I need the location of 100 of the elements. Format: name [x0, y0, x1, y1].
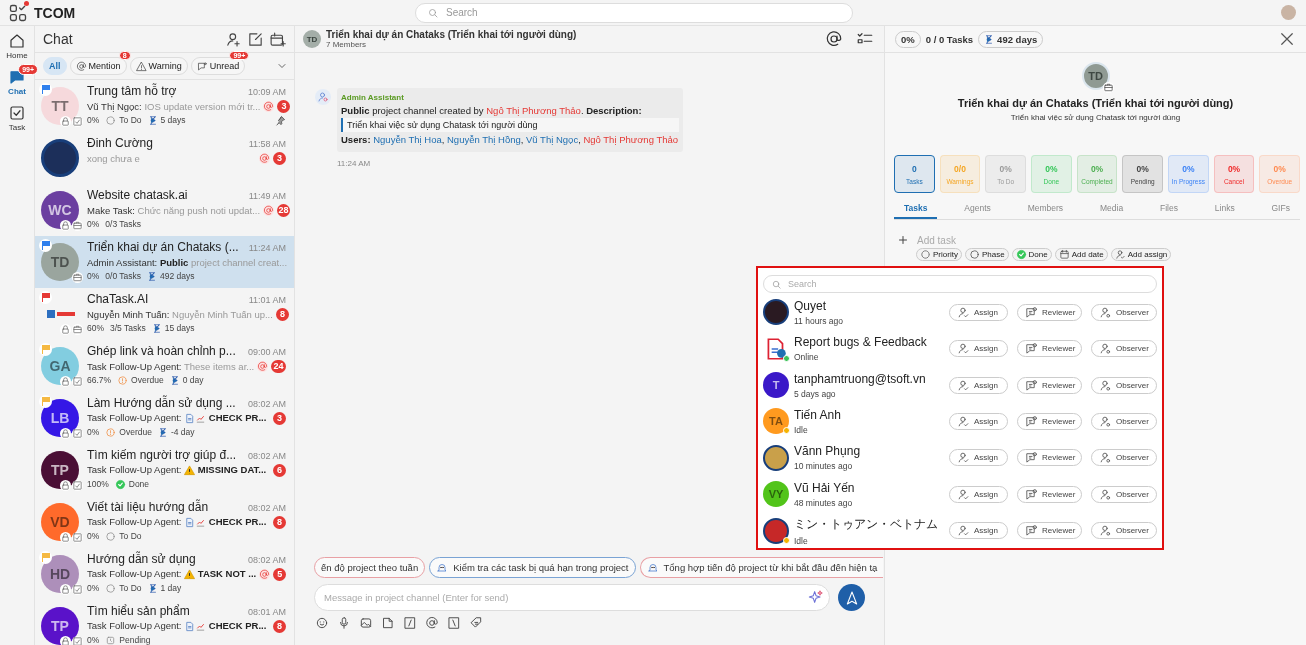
mention-icon[interactable] — [825, 30, 843, 48]
suggestion-chip[interactable]: Kiểm tra các task bị quá hạn trong project — [429, 557, 636, 578]
option-chip[interactable]: Add assign — [1110, 248, 1172, 261]
app-name: TCOM — [34, 4, 76, 21]
role-button[interactable]: Assign — [949, 376, 1008, 394]
role-button[interactable]: Assign — [949, 340, 1008, 358]
nav-home-button[interactable]: Home — [6, 32, 28, 60]
panel-title: Chat — [43, 31, 73, 47]
chat-item[interactable]: LB Làm Hướng dẫn sử dụng ... 08:02 AM Task Follow-Up Agent: CHECK PR... 3 0% Overdue -4 day — [35, 392, 294, 444]
role-button[interactable]: Observer — [1091, 412, 1157, 430]
chat-item[interactable]: GA Ghép link và hoàn chỉnh p... 09:00 AM Task Follow-Up Agent: These items ar... 24 66.7% Overdue 0 day — [35, 340, 294, 392]
option-chip[interactable]: Add date — [1054, 248, 1108, 261]
role-button[interactable]: Observer — [1091, 340, 1157, 358]
reviewer-icon — [1025, 487, 1038, 501]
duration: 0 day — [182, 375, 204, 385]
message-input[interactable]: Message in project channel (Enter for send) — [314, 584, 830, 611]
slash-command-icon[interactable] — [403, 616, 417, 630]
role-button[interactable]: Reviewer — [1017, 340, 1082, 358]
role-button[interactable]: Observer — [1091, 522, 1157, 540]
add-user-icon[interactable] — [225, 30, 242, 48]
home-icon — [8, 32, 26, 50]
role-button[interactable]: Assign — [949, 449, 1008, 467]
tab[interactable]: Agents — [954, 199, 1001, 219]
role-button[interactable]: Observer — [1091, 449, 1157, 467]
add-icon[interactable] — [897, 234, 909, 246]
channel-title: Triển khai dự án Chataks (Triển khai tới người dùng) — [326, 29, 578, 40]
assign-icon — [957, 524, 970, 538]
tab[interactable]: Files — [1150, 199, 1188, 219]
assign-icon — [957, 378, 970, 392]
search-field[interactable]: Search — [763, 275, 1157, 293]
mic-icon[interactable] — [337, 616, 351, 630]
chat-item[interactable]: HD Hướng dẫn sử dụng 08:02 AM Task Follow-Up Agent: TASK NOT ... 5 0% To Do 1 day — [35, 548, 294, 600]
filter-chip[interactable]: Unread — [190, 57, 246, 75]
chat-item[interactable]: WC Website chatask.ai 11:49 AM Make Task: Chức năng push noti updat... 28 0% 0/3 Tasks — [35, 184, 294, 236]
project-title: Triển khai dự án Chataks (Triển khai tới người dùng) — [957, 97, 1234, 109]
tag-icon[interactable] — [469, 616, 483, 630]
filter-chip[interactable]: Mention — [69, 57, 127, 75]
close-icon[interactable] — [1278, 30, 1296, 48]
hourglass-icon — [151, 322, 162, 334]
chat-item[interactable]: TT Trung tâm hỗ trợ 10:09 AM Vũ Thị Ngọc: IOS update version mới tr... 3 0% To Do 5 days — [35, 80, 294, 132]
sparkle-icon[interactable] — [808, 589, 824, 605]
role-button[interactable]: Observer — [1091, 376, 1157, 394]
role-button[interactable]: Reviewer — [1017, 303, 1082, 321]
tab[interactable]: Members — [1017, 199, 1074, 219]
role-button[interactable]: Observer — [1091, 303, 1157, 321]
agent-icon — [315, 89, 331, 105]
role-button[interactable]: Reviewer — [1017, 522, 1082, 540]
add-calendar-icon[interactable] — [269, 30, 286, 48]
chat-item[interactable]: TD Triển khai dự án Chataks (... 11:24 AM Admin Assistant: Public project channel creat... 0% 0/0 Tasks 492 days — [35, 236, 294, 288]
app-grid-icon[interactable] — [8, 2, 28, 23]
chat-item[interactable]: VD Viết tài liệu hướng dẫn 08:02 AM Task Follow-Up Agent: CHECK PR... 8 0% To Do — [35, 496, 294, 548]
task-input[interactable]: Add task — [917, 234, 1067, 246]
role-button[interactable]: Assign — [949, 522, 1008, 540]
chat-item[interactable]: ChaTask.AI 11:01 AM Nguyễn Minh Tuấn: Nguyễn Minh Tuấn up... 8 60% 3/5 Tasks 15 days — [35, 288, 294, 340]
role-button[interactable]: Reviewer — [1017, 449, 1082, 467]
role-button[interactable]: Reviewer — [1017, 376, 1082, 394]
filter-chip[interactable]: Warning — [129, 57, 188, 75]
tab[interactable]: Links — [1204, 199, 1245, 219]
suggestion-chip[interactable]: ến độ project theo tuần — [314, 557, 426, 578]
chat-item[interactable]: TP Tìm hiểu sản phẩm 08:01 AM Task Follow-Up Agent: CHECK PR... 8 0% Pending — [35, 600, 294, 645]
role-button[interactable]: Observer — [1091, 485, 1157, 503]
chat-item[interactable]: Đinh Cường 11:58 AM xong chưa e 3 — [35, 132, 294, 184]
sticker-icon[interactable] — [381, 616, 395, 630]
nav-task-button[interactable]: Task — [8, 104, 26, 132]
compose-icon[interactable] — [247, 30, 264, 48]
status-label: Done — [128, 479, 150, 489]
tab[interactable]: GIFs — [1261, 199, 1300, 219]
warning-icon — [135, 60, 147, 72]
tab[interactable]: Media — [1089, 199, 1134, 219]
emoji-icon[interactable] — [315, 616, 329, 630]
message-preview: Vũ Thị Ngọc: IOS update version mới tr... — [87, 100, 261, 112]
message-preview: Task Follow-Up Agent: TASK NOT ... — [87, 568, 257, 580]
task-count: 0 / 0 Tasks — [925, 33, 974, 45]
role-button[interactable]: Assign — [949, 412, 1008, 430]
member-status: 5 days ago — [794, 388, 837, 399]
suggestion-chip[interactable]: Tổng hợp tiến độ project từ khi bắt đầu đến hiện tạ — [639, 557, 884, 578]
search-field[interactable]: Search — [415, 2, 853, 23]
chat-item[interactable]: TP Tìm kiếm người trợ giúp đ... 08:02 AM Task Follow-Up Agent: MISSING DAT... 6 100% Done — [35, 444, 294, 496]
send-button[interactable] — [838, 584, 865, 611]
progress-text: 0% — [87, 531, 100, 541]
assign-icon — [957, 342, 970, 356]
timestamp: 11:24 AM — [248, 243, 286, 253]
at-sign-icon[interactable] — [425, 616, 439, 630]
role-button[interactable]: Reviewer — [1017, 412, 1082, 430]
role-button[interactable]: Assign — [949, 303, 1008, 321]
image-icon[interactable] — [359, 616, 373, 630]
option-chip[interactable]: Priority — [916, 248, 962, 261]
role-button[interactable]: Reviewer — [1017, 485, 1082, 503]
timestamp: 09:00 AM — [247, 347, 286, 357]
message-preview: Task Follow-Up Agent: CHECK PR... — [87, 412, 268, 424]
tab[interactable]: Tasks — [894, 199, 938, 219]
role-button[interactable]: Assign — [949, 485, 1008, 503]
option-chip[interactable]: Phase — [964, 248, 1009, 261]
option-chip[interactable]: Done — [1011, 248, 1052, 261]
timestamp: 10:09 AM — [247, 87, 286, 97]
filter-chip[interactable]: All — [43, 57, 67, 75]
date-icon — [1058, 249, 1070, 260]
member-status: Idle — [794, 424, 809, 435]
backslash-command-icon[interactable] — [447, 616, 461, 630]
member-name: tanphamtruong@tsoft.vn — [794, 371, 927, 386]
